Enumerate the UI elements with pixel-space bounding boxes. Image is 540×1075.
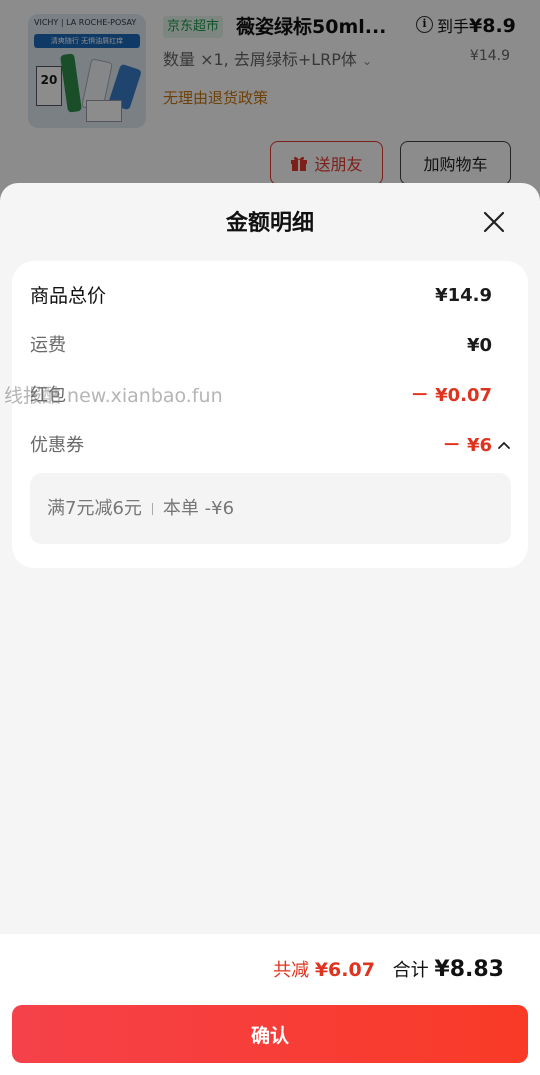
coupon-applied: 本单 -¥6 [162, 498, 235, 519]
coupon-detail: 满7元减6元 本单 -¥6 [30, 473, 511, 544]
red-packet-value: － ¥0.07 [410, 385, 492, 406]
amount-detail-sheet: 金额明细 商品总价 ¥14.9 运费 ¥0 红包 － ¥0.07 优惠券 － ¥… [0, 183, 540, 1075]
chevron-up-icon[interactable] [498, 441, 510, 450]
row-coupon[interactable]: 优惠券 － ¥6 [30, 431, 510, 461]
row-shipping: 运费 ¥0 [30, 331, 510, 361]
confirm-button[interactable]: 确认 [12, 1005, 528, 1063]
sheet-title: 金额明细 [225, 211, 314, 236]
row-goods-total: 商品总价 ¥14.9 [30, 281, 510, 311]
coupon-label: 优惠券 [30, 435, 84, 456]
sheet-footer: 共减 ¥6.07 合计 ¥8.83 确认 [0, 934, 540, 1075]
watermark: 线报酷 new.xianbao.fun [4, 385, 223, 407]
total-reduce-value: ¥6.07 [314, 959, 375, 981]
total-sum-label: 合计 [392, 960, 429, 981]
goods-total-label: 商品总价 [30, 285, 107, 307]
goods-total-value: ¥14.9 [435, 285, 492, 306]
close-icon[interactable] [481, 209, 507, 235]
shipping-value: ¥0 [466, 335, 492, 356]
coupon-value: － ¥6 [442, 435, 492, 456]
overlay-mask[interactable] [0, 0, 540, 200]
total-reduce: 共减 ¥6.07 [273, 959, 375, 981]
divider [151, 503, 153, 515]
coupon-condition: 满7元减6元 [47, 498, 142, 519]
total-sum: 合计 ¥8.83 [392, 957, 504, 982]
amount-detail-card: 商品总价 ¥14.9 运费 ¥0 红包 － ¥0.07 优惠券 － ¥6 满7元… [12, 261, 528, 568]
totals: 共减 ¥6.07 合计 ¥8.83 [273, 956, 504, 982]
total-reduce-label: 共减 [273, 960, 310, 981]
coupon-detail-text: 满7元减6元 本单 -¥6 [47, 473, 234, 544]
total-sum-value: ¥8.83 [434, 957, 504, 982]
shipping-label: 运费 [30, 335, 66, 356]
